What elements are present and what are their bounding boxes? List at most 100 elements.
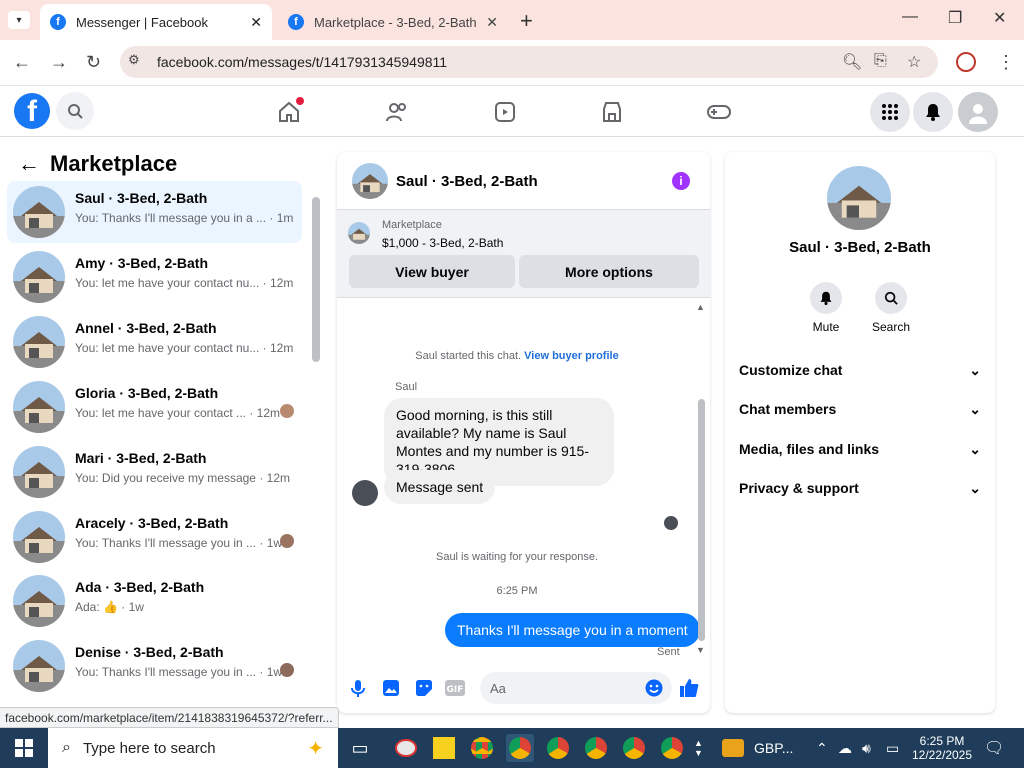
profile-icon[interactable] — [956, 52, 976, 72]
photo-icon[interactable] — [381, 678, 401, 698]
chrome-icon[interactable] — [620, 734, 648, 762]
facebook-favicon-icon: f — [50, 14, 66, 30]
microphone-icon[interactable] — [348, 678, 368, 698]
back-arrow-icon[interactable]: ← — [18, 151, 40, 177]
volume-icon[interactable]: 🔊︎ — [862, 728, 871, 768]
info-icon[interactable]: i — [672, 172, 690, 190]
conversation-preview: You: Thanks I'll message you in ... · 1w — [75, 665, 283, 679]
chevron-down-icon: ⌄ — [969, 480, 981, 496]
chat-title[interactable]: Saul · 3-Bed, 2-Bath — [396, 173, 538, 190]
conversation-item-saul[interactable]: Saul · 3-Bed, 2-Bath You: Thanks I'll me… — [7, 181, 302, 243]
gaming-icon[interactable] — [706, 99, 732, 125]
tab-marketplace[interactable]: f Marketplace - 3-Bed, 2-Bath | Fa ✕ — [278, 4, 508, 40]
notifications-bell-icon[interactable] — [913, 92, 953, 132]
site-info-icon[interactable]: ⚙ — [128, 52, 140, 68]
gif-icon[interactable]: GIF — [445, 678, 465, 698]
message-thread: ▲ Saul started this chat. View buyer pro… — [337, 298, 710, 658]
chrome-icon[interactable] — [582, 734, 610, 762]
scroll-up-arrow[interactable]: ▲ — [696, 302, 705, 312]
address-bar-row: ← → ↻ ⚙ facebook.com/messages/t/14179313… — [0, 40, 1024, 86]
privacy-support-section[interactable]: Privacy & support ⌄ — [739, 480, 981, 497]
chat-thumbnail[interactable] — [352, 163, 388, 199]
paint-app-icon[interactable] — [392, 734, 420, 762]
chrome-icon[interactable] — [506, 734, 534, 762]
close-window-button[interactable]: ✕ — [993, 8, 1006, 28]
mute-label: Mute — [812, 320, 840, 334]
close-tab-icon[interactable]: ✕ — [250, 14, 262, 31]
windows-taskbar: ⌕ Type here to search ✦ ▭ ▲ ▼ GBP... ⌃ ☁ … — [0, 728, 1024, 768]
thumbs-up-icon[interactable] — [679, 678, 699, 698]
view-buyer-profile-link[interactable]: View buyer profile — [524, 350, 619, 362]
sticker-icon[interactable] — [414, 678, 434, 698]
url-text[interactable]: facebook.com/messages/t/1417931345949811 — [157, 54, 447, 70]
scroll-down-arrow[interactable]: ▼ — [696, 645, 705, 655]
marketplace-icon[interactable] — [599, 99, 625, 125]
conversation-list-scrollbar[interactable] — [312, 197, 320, 362]
task-view-icon[interactable]: ▭ — [346, 734, 374, 762]
notifications-icon[interactable]: 🗨︎ — [984, 728, 1004, 768]
conversation-name: Amy · 3-Bed, 2-Bath — [75, 255, 209, 271]
back-icon[interactable]: ← — [13, 52, 31, 73]
facebook-header: f — [0, 87, 1024, 137]
clock[interactable]: 6:25 PM 12/22/2025 — [912, 728, 972, 768]
chrome-icon[interactable] — [658, 734, 686, 762]
conversation-item-amy[interactable]: Amy · 3-Bed, 2-Bath You: let me have you… — [7, 246, 302, 308]
chrome-icon[interactable] — [544, 734, 572, 762]
address-bar[interactable]: ⚙ facebook.com/messages/t/14179313459498… — [120, 46, 938, 78]
house-thumbnail — [13, 381, 65, 433]
show-hidden-icons[interactable]: ⌃ — [816, 728, 828, 768]
profile-thumbnail[interactable] — [827, 166, 891, 230]
network-icon[interactable]: ☁ — [838, 728, 852, 768]
view-buyer-button[interactable]: View buyer — [349, 255, 515, 288]
search-icon[interactable] — [56, 92, 94, 130]
install-app-icon[interactable]: ⎘ — [874, 52, 887, 70]
conversation-item-aracely[interactable]: Aracely · 3-Bed, 2-Bath You: Thanks I'll… — [7, 506, 302, 568]
waiting-note: Saul is waiting for your response. — [435, 551, 599, 563]
minimize-button[interactable]: — — [902, 8, 918, 26]
sender-avatar[interactable] — [352, 480, 378, 506]
search-in-chat-button[interactable]: Search — [861, 282, 921, 334]
chat-members-section[interactable]: Chat members ⌄ — [739, 401, 981, 418]
home-icon[interactable] — [276, 97, 304, 125]
new-tab-button[interactable]: + — [520, 8, 533, 34]
tab-search-button[interactable]: ▾ — [8, 11, 30, 29]
marketplace-listing-banner: Marketplace $1,000 - 3-Bed, 2-Bath View … — [337, 210, 710, 298]
conversation-item-denise[interactable]: Denise · 3-Bed, 2-Bath You: Thanks I'll … — [7, 635, 302, 697]
bookmark-star-icon[interactable]: ☆ — [907, 52, 921, 72]
chrome-icon[interactable] — [468, 734, 496, 762]
conversation-name: Gloria · 3-Bed, 2-Bath — [75, 385, 219, 401]
conversation-name: Annel · 3-Bed, 2-Bath — [75, 320, 217, 336]
conversation-item-ada[interactable]: Ada · 3-Bed, 2-Bath Ada: 👍 · 1w — [7, 570, 302, 632]
chat-scrollbar[interactable] — [698, 399, 705, 641]
taskbar-scroll-icon[interactable]: ▲ ▼ — [694, 728, 703, 768]
media-files-links-section[interactable]: Media, files and links ⌄ — [739, 441, 981, 458]
reload-icon[interactable]: ↻ — [86, 52, 101, 73]
conversation-item-annel[interactable]: Annel · 3-Bed, 2-Bath You: let me have y… — [7, 311, 302, 373]
seen-avatar — [280, 663, 294, 677]
taskbar-search-box[interactable]: ⌕ Type here to search ✦ — [48, 728, 338, 768]
menu-kebab-icon[interactable]: ⋮ — [997, 52, 1015, 73]
close-tab-icon[interactable]: ✕ — [486, 14, 498, 31]
account-avatar[interactable] — [958, 92, 998, 132]
apps-menu-icon[interactable] — [870, 92, 910, 132]
friends-icon[interactable] — [384, 99, 410, 125]
more-options-button[interactable]: More options — [519, 255, 699, 288]
tab-messenger[interactable]: f Messenger | Facebook ✕ — [40, 4, 272, 40]
video-icon[interactable] — [492, 99, 518, 125]
sticky-notes-icon[interactable] — [430, 734, 458, 762]
customize-chat-section[interactable]: Customize chat ⌄ — [739, 362, 981, 379]
forward-icon[interactable]: → — [50, 52, 68, 73]
windows-start-icon[interactable] — [10, 734, 38, 762]
currency-widget[interactable]: GBP... — [722, 728, 793, 768]
maximize-button[interactable]: ❐ — [948, 8, 962, 28]
emoji-icon[interactable] — [644, 678, 664, 698]
facebook-logo[interactable]: f — [14, 93, 50, 129]
zoom-icon[interactable]: 🔍︎ — [842, 52, 862, 72]
conversation-item-gloria[interactable]: Gloria · 3-Bed, 2-Bath You: let me have … — [7, 376, 302, 438]
conversation-item-mari[interactable]: Mari · 3-Bed, 2-Bath You: Did you receiv… — [7, 441, 302, 503]
mute-button[interactable]: Mute — [796, 282, 856, 334]
bell-icon — [810, 282, 842, 314]
outgoing-message: Thanks I'll message you in a moment — [445, 613, 700, 647]
display-icon[interactable]: ▭ — [886, 728, 899, 768]
tab-title: Marketplace - 3-Bed, 2-Bath | Fa — [314, 14, 480, 30]
